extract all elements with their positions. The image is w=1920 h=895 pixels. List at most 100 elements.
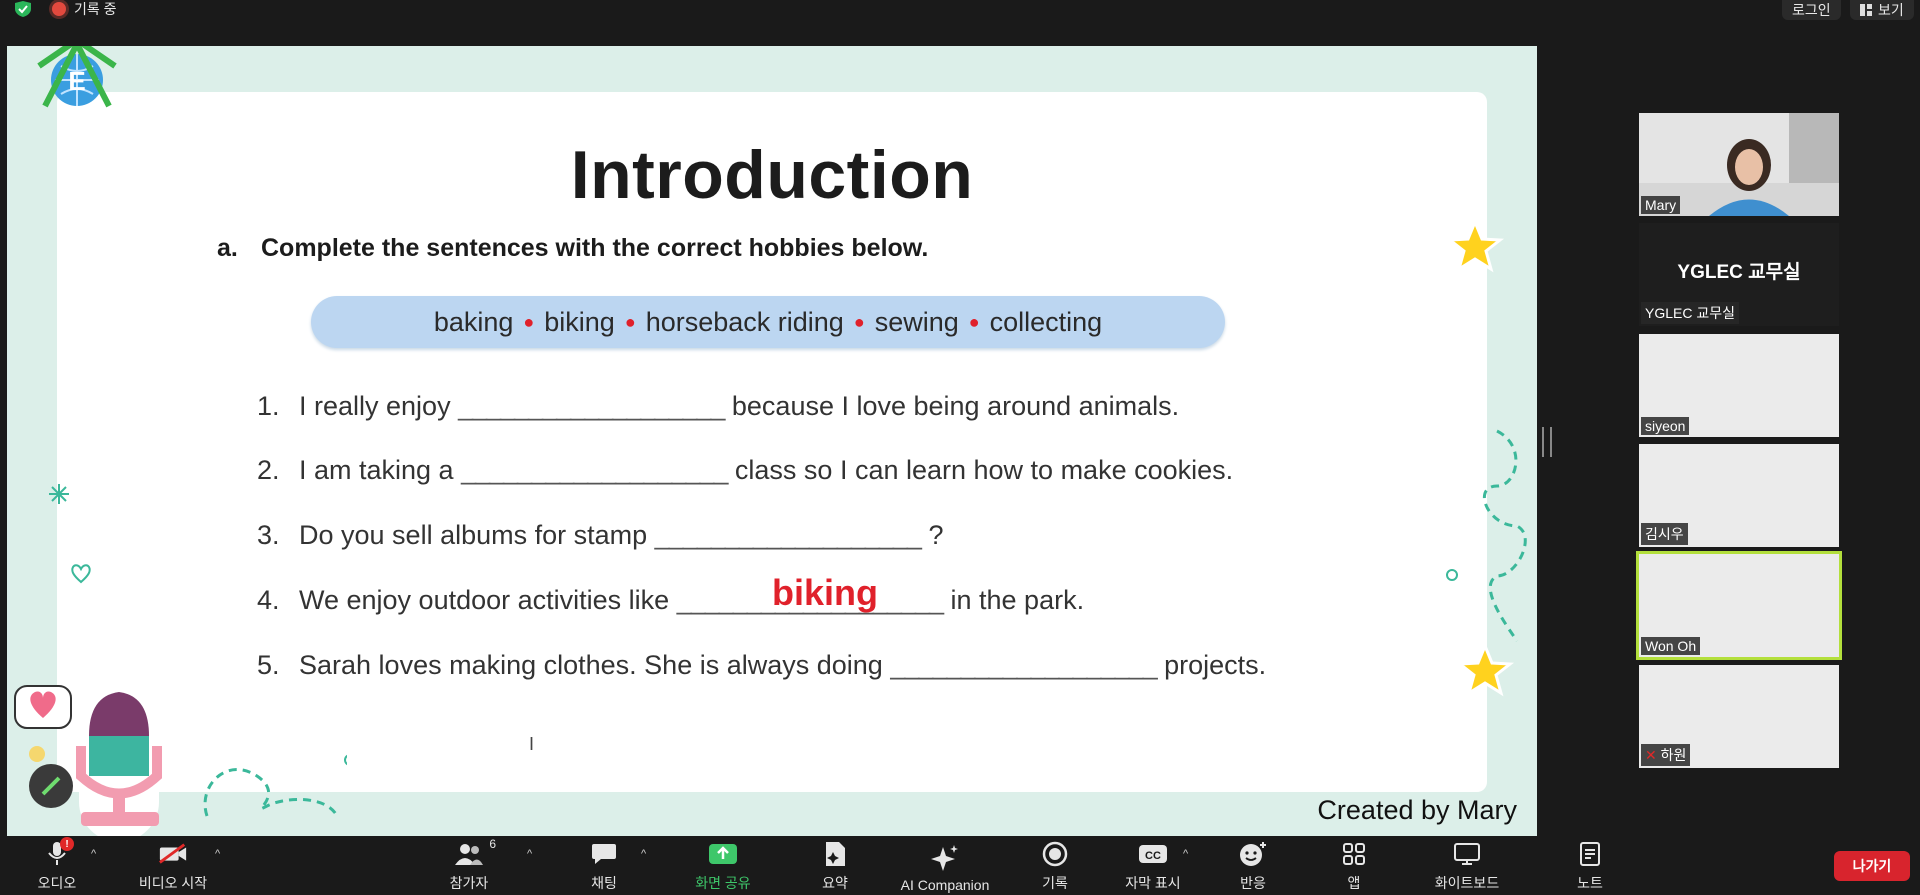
apps-button[interactable]: 앱 xyxy=(1336,836,1372,895)
leave-meeting-button[interactable]: 나가기 xyxy=(1834,851,1910,881)
participant-tile-kimsiwoo[interactable]: 김시우 xyxy=(1639,444,1839,547)
toolbar-label: 자막 표시 xyxy=(1125,875,1181,891)
audio-options-caret-icon[interactable]: ^ xyxy=(91,848,96,860)
view-button[interactable]: 보기 xyxy=(1850,0,1914,20)
shared-screen[interactable]: E Introduction a. Complete the sentences … xyxy=(7,46,1537,836)
question-text: We enjoy outdoor activities like xyxy=(299,585,677,615)
ai-companion-button[interactable]: AI Companion xyxy=(892,836,998,895)
toolbar-label: 화이트보드 xyxy=(1434,875,1500,891)
video-options-caret-icon[interactable]: ^ xyxy=(215,848,220,860)
closed-captions-icon: CC xyxy=(1138,839,1168,869)
toolbar-label: 채팅 xyxy=(591,875,617,891)
participants-options-caret-icon[interactable]: ^ xyxy=(527,848,532,860)
muted-mic-icon: ✕ xyxy=(1645,747,1657,763)
record-icon xyxy=(1040,839,1070,869)
emoji-reaction-icon xyxy=(1238,839,1268,869)
captions-button[interactable]: CC 자막 표시 xyxy=(1118,836,1188,895)
meeting-toolbar: ! 오디오 ^ 비디오 시작 ^ 6 참가자 ^ 채팅 ^ 화면 공유 요약 A… xyxy=(0,836,1920,893)
notes-icon xyxy=(1575,839,1605,869)
record-button[interactable]: 기록 xyxy=(1035,836,1075,895)
question-4: 4. We enjoy outdoor activities like _____… xyxy=(257,585,1084,616)
participant-name: YGLEC 교무실 xyxy=(1641,302,1739,324)
sparkle-icon xyxy=(49,484,69,504)
chat-options-caret-icon[interactable]: ^ xyxy=(641,848,646,860)
grid-view-icon xyxy=(1860,4,1872,16)
participant-tile-siyeon[interactable]: siyeon xyxy=(1639,334,1839,437)
question-2: 2. I am taking a ___________________ clas… xyxy=(257,455,1233,486)
dashed-swirl-decoration xyxy=(203,754,347,817)
heart-outline-icon xyxy=(71,564,91,584)
word-bank-item: baking xyxy=(433,306,514,337)
question-number: 3. xyxy=(257,520,280,550)
star-icon xyxy=(1445,218,1505,273)
slide-credit: Created by Mary xyxy=(1317,795,1517,825)
share-screen-icon xyxy=(708,839,738,869)
question-text: in the park. xyxy=(943,585,1085,615)
toolbar-label: 화면 공유 xyxy=(695,875,751,891)
recording-indicator[interactable]: 기록 중 xyxy=(52,0,117,18)
participant-tile-mary[interactable]: Mary xyxy=(1639,113,1839,216)
text-cursor-icon: I xyxy=(529,734,535,754)
bullet-dot-icon: ● xyxy=(523,311,535,332)
summary-button[interactable]: 요약 xyxy=(815,836,855,895)
toolbar-label: 기록 xyxy=(1042,875,1068,891)
participant-tile-hawon[interactable]: ✕ 하원 xyxy=(1639,665,1839,768)
instruction-letter: a. xyxy=(217,234,238,262)
chat-button[interactable]: 채팅 xyxy=(584,836,624,895)
question-number: 1. xyxy=(257,391,280,421)
question-number: 2. xyxy=(257,455,280,485)
answer-blank: ___________________ xyxy=(654,520,922,550)
top-bar: 기록 중 로그인 보기 xyxy=(0,0,1920,44)
question-text: I really enjoy xyxy=(299,391,459,421)
toolbar-label: 앱 xyxy=(1347,875,1361,891)
summary-document-icon xyxy=(820,839,850,869)
participant-name: Won Oh xyxy=(1641,637,1701,655)
instruction: a. Complete the sentences with the correc… xyxy=(217,234,928,263)
school-logo-icon: E xyxy=(37,46,117,108)
answer-blank: ___________________ xyxy=(890,650,1157,680)
participant-name: 하원 xyxy=(1660,747,1687,763)
participant-count: 6 xyxy=(489,837,496,851)
ai-sparkle-icon xyxy=(930,843,960,873)
reactions-button[interactable]: 반응 xyxy=(1233,836,1273,895)
word-bank-item: horseback riding xyxy=(645,306,844,337)
apps-icon xyxy=(1339,839,1369,869)
participant-name: 김시우 xyxy=(1641,523,1688,545)
participants-button[interactable]: 6 참가자 xyxy=(444,836,496,895)
participant-name: siyeon xyxy=(1641,417,1690,435)
dashed-swirl-decoration xyxy=(1483,429,1527,642)
audio-button[interactable]: ! 오디오 xyxy=(32,836,82,895)
question-3: 3. Do you sell albums for stamp _________… xyxy=(257,520,943,551)
bullet-dot-icon: ● xyxy=(853,311,865,332)
slide-title: Introduction xyxy=(570,137,974,213)
microphone-icon: ! xyxy=(42,837,74,869)
filled-answer: biking xyxy=(772,572,878,613)
question-text: Sarah loves making clothes. She is alway… xyxy=(299,650,891,680)
question-1: 1. I really enjoy ___________________ bec… xyxy=(257,391,1179,422)
bullet-dot-icon: ● xyxy=(968,311,980,332)
login-label: 로그인 xyxy=(1792,2,1831,18)
captions-options-caret-icon[interactable]: ^ xyxy=(1183,848,1188,860)
participant-tile-wonoh[interactable]: Won Oh xyxy=(1636,551,1842,660)
toolbar-label: 비디오 시작 xyxy=(138,875,208,891)
bullet-dot-icon: ● xyxy=(624,311,636,332)
login-button[interactable]: 로그인 xyxy=(1782,0,1841,20)
video-off-icon xyxy=(158,839,188,869)
chat-icon xyxy=(589,839,619,869)
participant-tile-yglec[interactable]: YGLEC 교무실 YGLEC 교무실 xyxy=(1639,223,1839,326)
record-dot-icon xyxy=(52,2,66,16)
word-bank-item: sewing xyxy=(874,306,959,337)
security-shield-icon[interactable] xyxy=(12,0,34,18)
notes-button[interactable]: 노트 xyxy=(1570,836,1610,895)
question-text: because I love being around animals. xyxy=(724,391,1180,421)
word-bank: baking ● biking ● horseback riding ● sew… xyxy=(311,296,1225,348)
question-number: 4. xyxy=(257,585,280,615)
panel-resize-handle[interactable] xyxy=(1542,427,1552,457)
toolbar-label: 요약 xyxy=(822,875,848,891)
cc-text: CC xyxy=(1145,850,1161,862)
start-video-button[interactable]: 비디오 시작 xyxy=(133,836,213,895)
participant-display-title: YGLEC 교무실 xyxy=(1677,262,1801,283)
whiteboard-button[interactable]: 화이트보드 xyxy=(1422,836,1512,895)
share-screen-button[interactable]: 화면 공유 xyxy=(688,836,758,895)
microphone-sticker xyxy=(14,682,162,836)
